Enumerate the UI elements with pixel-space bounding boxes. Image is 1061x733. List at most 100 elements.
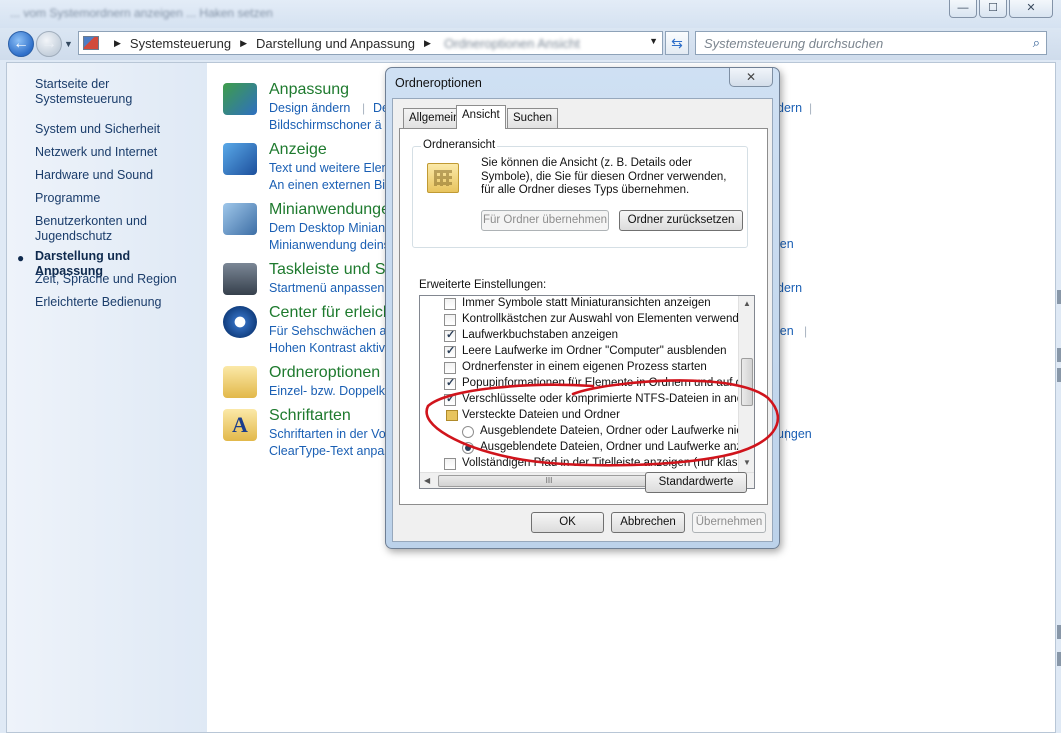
setting-label: Kontrollkästchen zur Auswahl von Element… [462,313,752,325]
category-title[interactable]: Anzeige [269,141,327,159]
arrow-right-icon: → [41,35,57,52]
navigation-bar: ← → ▼ ▶ Systemsteuerung ▶ Darstellung un… [0,28,1061,60]
category-link[interactable]: dern [777,101,802,115]
back-button[interactable]: ← [8,31,34,57]
folder-icon [446,410,458,421]
category-title[interactable]: Ordneroptionen [269,364,380,382]
divider: | [809,101,813,115]
category-link[interactable]: An einen externen Bild [269,178,395,192]
ok-button[interactable]: OK [531,512,604,533]
dialog-title: Ordneroptionen [395,76,482,90]
setting-label: Ordnerfenster in einem eigenen Prozess s… [462,361,707,373]
tab-suchen[interactable]: Suchen [507,108,559,128]
scroll-thumb[interactable]: III [438,475,660,487]
scroll-thumb[interactable] [741,358,753,406]
apply-button[interactable]: Übernehmen [692,512,766,533]
checkbox-checked[interactable] [444,328,456,342]
defaults-button[interactable]: Standardwerte [645,472,747,493]
folder-view-description: Sie können die Ansicht (z. B. Details od… [481,157,727,196]
search-placeholder: Systemsteuerung durchsuchen [704,36,884,51]
breadcrumb-systemsteuerung[interactable]: Systemsteuerung [130,36,231,51]
setting-label: Ausgeblendete Dateien, Ordner oder Laufw… [480,425,755,437]
folder-options-dialog: Ordneroptionen ✕ Allgemein Ansicht Suche… [385,67,780,549]
display-icon [223,143,257,175]
sidebar-item-zeit[interactable]: Zeit, Sprache und Region [35,272,200,287]
breadcrumb-darstellung[interactable]: Darstellung und Anpassung [256,36,415,51]
minimize-button[interactable]: — [949,0,977,18]
sidebar: Startseite der Systemsteuerung System un… [7,63,207,732]
search-icon[interactable]: ⌕ [1033,35,1040,51]
chevron-right-icon[interactable]: ▶ [240,38,247,49]
reset-folders-button[interactable]: Ordner zurücksetzen [619,210,743,231]
category-title[interactable]: Center für erleich [269,304,392,322]
category-title[interactable]: Schriftarten [269,407,351,425]
category-link[interactable]: Dem Desktop Minianw [269,221,394,235]
vertical-scrollbar[interactable]: ▲ ▼ [738,296,754,472]
dialog-close-button[interactable]: ✕ [729,68,773,87]
divider: | [804,324,808,338]
category-link[interactable]: Design ändern [269,101,350,115]
title-bar: ... vom Systemordnern anzeigen ... Haken… [0,0,1061,28]
folder-view-group: Ordneransicht Sie können die Ansicht (z.… [412,139,748,248]
advanced-settings-list: Immer Symbole statt Miniaturansichten an… [419,295,755,489]
chevron-right-icon[interactable]: ▶ [114,38,121,49]
category-link[interactable]: Minianwendung deins [269,238,390,252]
checkbox-checked[interactable] [444,376,456,390]
taskbar-icon [223,263,257,295]
checkbox[interactable] [444,298,456,310]
sidebar-item-erleichterte[interactable]: Erleichterte Bedienung [35,295,200,310]
setting-label: Ausgeblendete Dateien, Ordner und Laufwe… [480,441,755,453]
refresh-button[interactable]: ⇆ [665,31,689,55]
category-link[interactable]: Bildschirmschoner ä [269,118,382,132]
cancel-button[interactable]: Abbrechen [611,512,685,533]
category-link[interactable]: ClearType-Text anpas [269,444,391,458]
sidebar-item-hardware[interactable]: Hardware und Sound [35,168,200,183]
category-link[interactable]: Schriftarten in der Vor [269,427,390,441]
checkbox[interactable] [444,314,456,326]
address-dropdown-icon[interactable]: ▼ [649,36,658,46]
display-personalize-icon [223,83,257,115]
scroll-down-icon[interactable]: ▼ [743,458,751,467]
address-bar[interactable]: ▶ Systemsteuerung ▶ Darstellung und Anpa… [78,31,663,55]
edge-marker [1057,652,1061,666]
category-link[interactable]: Startmenü anpassen [269,281,384,295]
checkbox[interactable] [444,362,456,374]
forward-button[interactable]: → [36,31,62,57]
refresh-icon: ⇆ [671,35,683,51]
checkbox[interactable] [444,458,456,470]
chevron-right-icon[interactable]: ▶ [424,38,431,49]
scroll-up-icon[interactable]: ▲ [743,299,751,308]
apply-to-folders-button[interactable]: Für Ordner übernehmen [481,210,609,231]
category-title[interactable]: Minianwendungen [269,201,399,219]
category-link[interactable]: ungen [777,427,812,441]
checkbox-checked[interactable] [444,392,456,406]
category-link[interactable]: Für Sehschwächen a [269,324,386,338]
setting-label: Verschlüsselte oder komprimierte NTFS-Da… [462,393,755,405]
search-input[interactable]: Systemsteuerung durchsuchen ⌕ [695,31,1047,55]
sidebar-item-system[interactable]: System und Sicherheit [35,122,200,137]
checkbox-checked[interactable] [444,344,456,358]
sidebar-item-startseite[interactable]: Startseite der Systemsteuerung [35,77,200,107]
radio-button-selected[interactable] [462,442,474,454]
category-link[interactable]: Text und weitere Elem [269,161,392,175]
sidebar-item-netzwerk[interactable]: Netzwerk und Internet [35,145,200,160]
sidebar-item-benutzerkonten[interactable]: Benutzerkonten und Jugendschutz [35,214,165,244]
dialog-body: Allgemein Ansicht Suchen Ordneransicht S… [392,98,773,542]
category-link[interactable]: Einzel- bzw. Doppelkl [269,384,388,398]
edge-marker [1057,348,1061,362]
history-dropdown-icon[interactable]: ▼ [64,39,73,49]
folder-view-icon [427,163,459,193]
maximize-button[interactable]: ☐ [979,0,1007,18]
tab-ansicht[interactable]: Ansicht [456,105,506,129]
scroll-left-icon[interactable]: ◀ [424,476,430,485]
category-link[interactable]: dern [777,281,802,295]
window-title: ... vom Systemordnern anzeigen ... Haken… [10,6,273,20]
close-button[interactable]: ✕ [1009,0,1053,18]
edge-marker [1057,368,1061,382]
category-title[interactable]: Taskleiste und St [269,261,390,279]
folder-options-icon [223,366,257,398]
radio-button[interactable] [462,426,474,438]
sidebar-item-programme[interactable]: Programme [35,191,200,206]
category-link[interactable]: Hohen Kontrast aktivi [269,341,388,355]
category-title[interactable]: Anpassung [269,81,349,99]
